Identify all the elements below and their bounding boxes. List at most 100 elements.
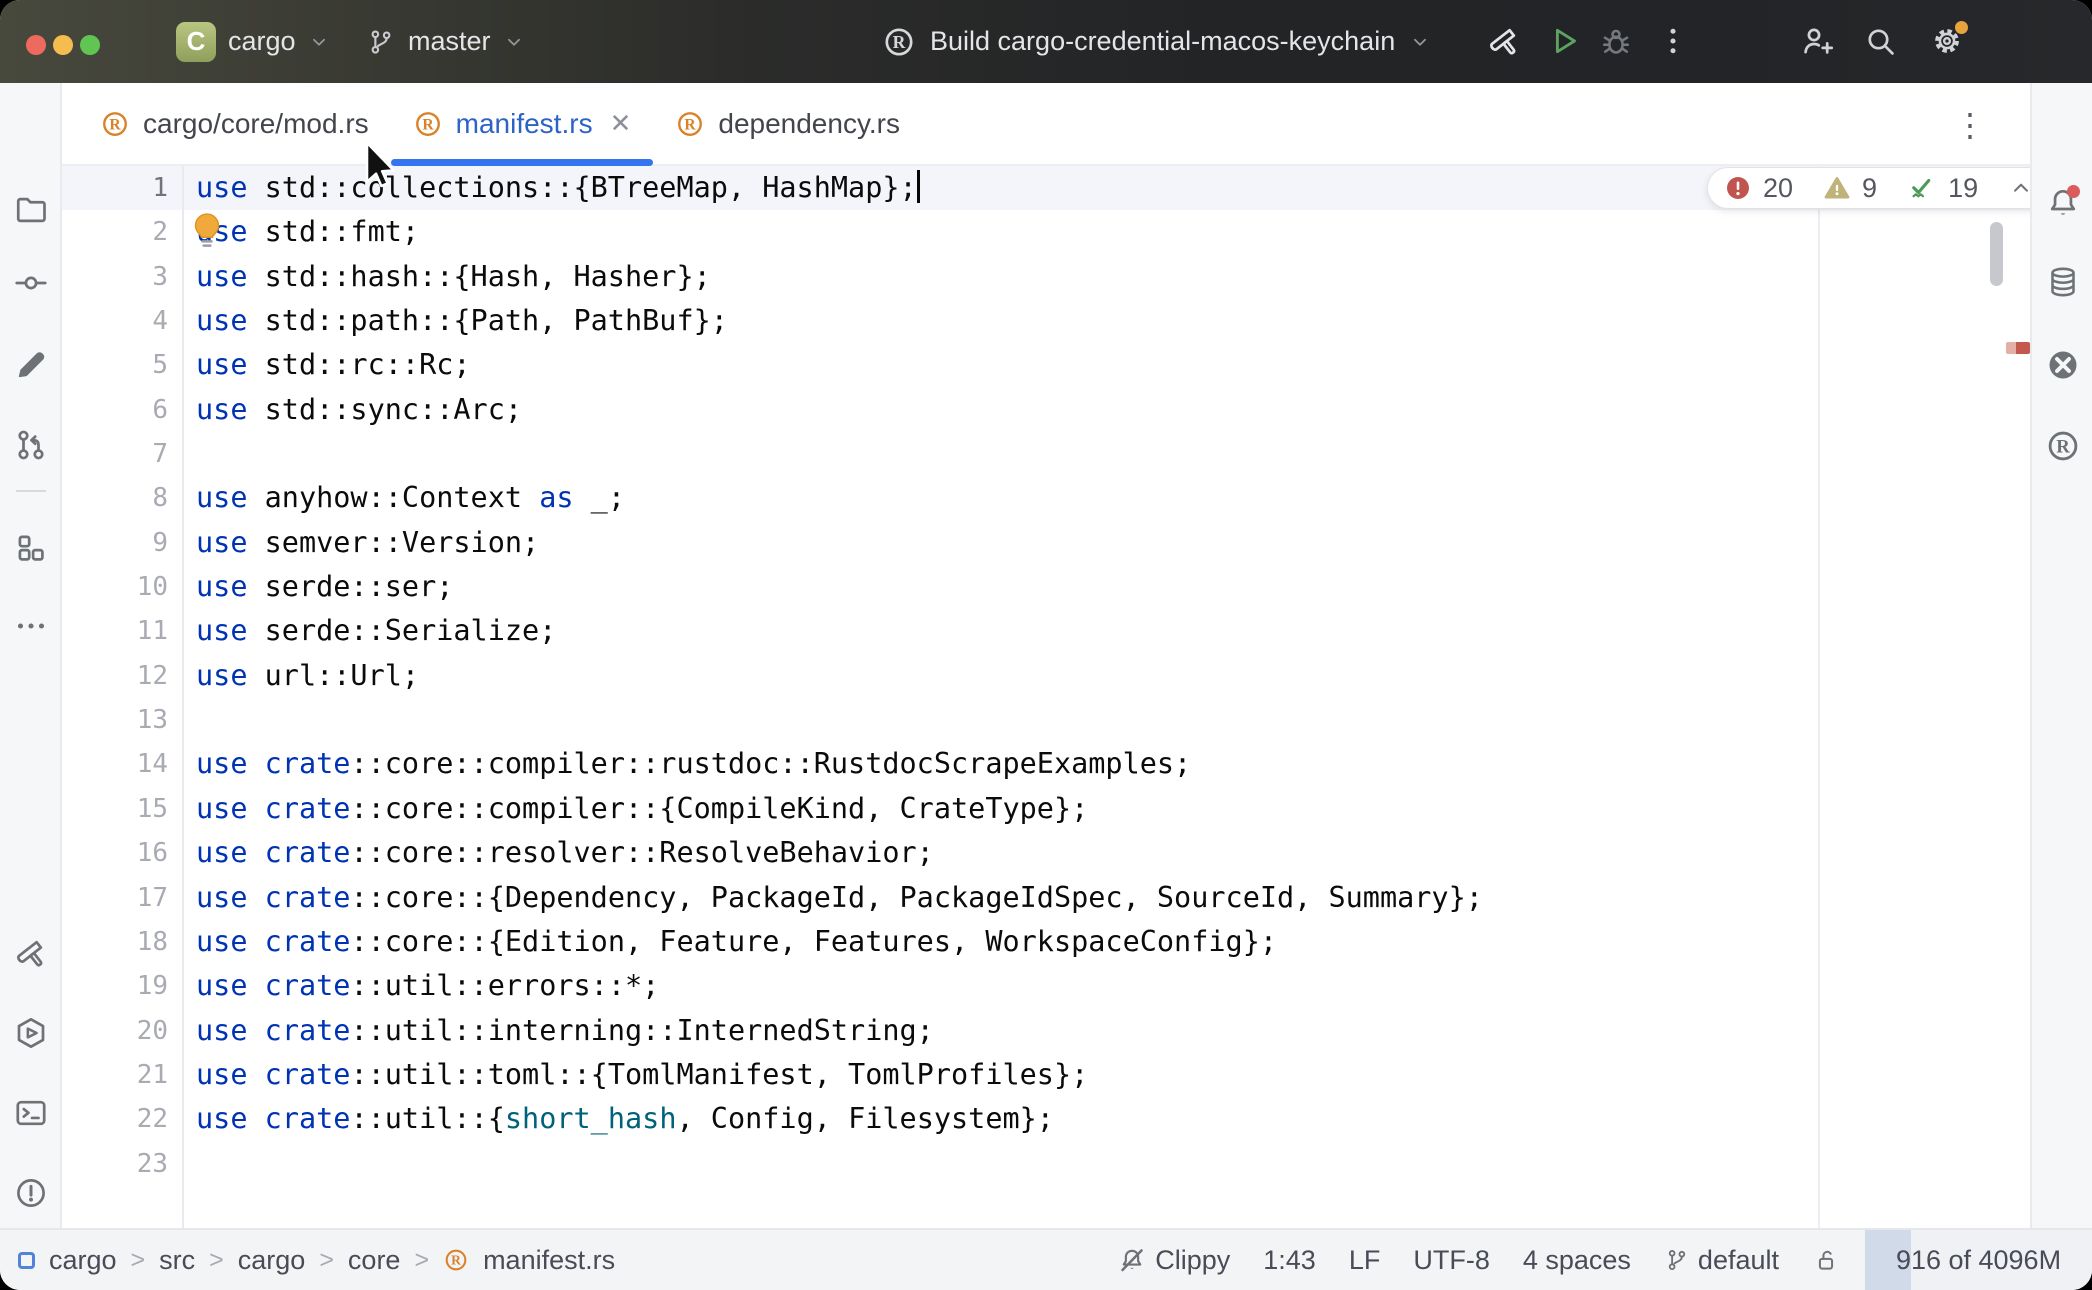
tab-cargo/core/mod.rs[interactable]: cargo/core/mod.rs [78,83,391,164]
code-line[interactable]: 21use crate::util::toml::{TomlManifest, … [62,1053,2030,1097]
structure-icon[interactable] [13,530,49,566]
code-line[interactable]: 23 [62,1142,2030,1186]
indent-style[interactable]: 4 spaces [1523,1245,1631,1276]
line-number[interactable]: 16 [62,831,168,875]
tab-dependency.rs[interactable]: dependency.rs [653,83,922,164]
tab-options-icon[interactable]: ⋮ [1954,83,1986,166]
line-number[interactable]: 1 [62,166,168,210]
line-number[interactable]: 13 [62,698,168,742]
file-encoding[interactable]: UTF-8 [1413,1245,1490,1276]
services-icon[interactable] [13,1015,49,1051]
code-line[interactable]: 15 use crate::core::compiler::{CompileKin… [62,787,2030,831]
line-number[interactable]: 9 [62,521,168,565]
caret-position[interactable]: 1:43 [1263,1245,1316,1276]
code-line[interactable]: 12use url::Url; [62,654,2030,698]
terminal-icon[interactable] [13,1095,49,1131]
line-number[interactable]: 8 [62,476,168,520]
line-number[interactable]: 23 [62,1142,168,1186]
code-line[interactable]: 8use anyhow::Context as _; [62,476,2030,520]
error-stripe-mark[interactable] [2006,342,2030,354]
tabs: cargo/core/mod.rsmanifest.rs✕dependency.… [78,83,922,164]
code-line[interactable]: 2use std::fmt; [62,210,2030,254]
code-line[interactable]: 17use crate::core::{Dependency, PackageI… [62,876,2030,920]
minimize-window-button[interactable] [53,35,73,55]
inspections-widget[interactable]: 20 9 19 [1707,167,2030,209]
line-number[interactable]: 6 [62,388,168,432]
close-icon[interactable]: ✕ [610,108,632,139]
git-branch-name: default [1698,1245,1779,1276]
database-icon[interactable] [2045,264,2081,300]
code-line[interactable]: 9use semver::Version; [62,521,2030,565]
line-number[interactable]: 7 [62,432,168,476]
debug-bug-icon[interactable] [1598,23,1634,59]
line-number[interactable]: 3 [62,255,168,299]
line-separator[interactable]: LF [1349,1245,1381,1276]
lock-open-icon[interactable] [1812,1246,1840,1274]
code-line[interactable]: 7 [62,432,2030,476]
code-text: use crate::core::compiler::{CompileKind,… [196,787,1088,831]
line-number[interactable]: 12 [62,654,168,698]
more-ellipsis-icon[interactable] [13,608,49,644]
code-lines: 1use std::collections::{BTreeMap, HashMa… [62,166,2030,1186]
run-play-icon[interactable] [1546,23,1582,59]
code-line[interactable]: 6use std::sync::Arc; [62,388,2030,432]
commit-icon[interactable] [13,265,49,301]
edit-pencil-icon[interactable] [13,347,49,383]
code-line[interactable]: 20use crate::util::interning::InternedSt… [62,1009,2030,1053]
code-line[interactable]: 16use crate::core::resolver::ResolveBeha… [62,831,2030,875]
editor-scrollbar[interactable] [1990,222,2003,286]
branch-widget[interactable]: master [366,0,525,83]
zoom-window-button[interactable] [80,35,100,55]
build-hammer-icon[interactable] [13,935,49,971]
code-line[interactable]: 10use serde::ser; [62,565,2030,609]
code-line[interactable]: 3use std::hash::{Hash, Hasher}; [62,255,2030,299]
line-number[interactable]: 10 [62,565,168,609]
breadcrumb-item[interactable]: src [159,1245,195,1276]
breadcrumb-item[interactable]: cargo [49,1245,117,1276]
line-number[interactable]: 11 [62,609,168,653]
problems-icon[interactable] [13,1175,49,1211]
code-line[interactable]: 19use crate::util::errors::*; [62,964,2030,1008]
code-line[interactable]: 13 [62,698,2030,742]
project-widget[interactable]: C cargo [176,0,330,83]
code-line[interactable]: 4use std::path::{Path, PathBuf}; [62,299,2030,343]
build-hammer-icon[interactable] [1486,23,1522,59]
line-number[interactable]: 5 [62,343,168,387]
line-number[interactable]: 22 [62,1097,168,1141]
breadcrumb-item[interactable]: cargo [238,1245,306,1276]
line-number[interactable]: 4 [62,299,168,343]
line-number[interactable]: 18 [62,920,168,964]
breadcrumb-item[interactable]: core [348,1245,401,1276]
code-editor[interactable]: 1use std::collections::{BTreeMap, HashMa… [62,166,2030,1228]
line-number[interactable]: 15 [62,787,168,831]
code-line[interactable]: 22use crate::util::{short_hash, Config, … [62,1097,2030,1141]
search-icon[interactable] [1862,23,1898,59]
pull-requests-icon[interactable] [13,427,49,463]
line-number[interactable]: 2 [62,210,168,254]
breadcrumb-item[interactable]: manifest.rs [483,1245,615,1276]
previous-problem-icon[interactable] [2008,175,2030,201]
add-user-icon[interactable] [1799,23,1835,59]
run-configuration-widget[interactable]: Build cargo-credential-macos-keychain [882,0,1431,83]
line-number[interactable]: 14 [62,742,168,786]
close-window-button[interactable] [26,35,46,55]
project-folder-icon[interactable] [13,191,49,227]
settings-notification-dot [1955,21,1968,34]
line-number[interactable]: 21 [62,1053,168,1097]
tab-manifest.rs[interactable]: manifest.rs✕ [391,83,654,164]
code-line[interactable]: 18use crate::core::{Edition, Feature, Fe… [62,920,2030,964]
intention-bulb-icon[interactable] [190,212,224,254]
crates-x-icon[interactable] [2045,347,2081,383]
code-line[interactable]: 14use crate::core::compiler::rustdoc::Ru… [62,742,2030,786]
line-number[interactable]: 17 [62,876,168,920]
code-line[interactable]: 11use serde::Serialize; [62,609,2030,653]
more-vertical-icon[interactable] [1655,23,1691,59]
cargo-rust-icon[interactable] [2045,428,2081,464]
linter-widget[interactable]: Clippy [1117,1245,1230,1276]
memory-indicator[interactable]: 916 of 4096M [1865,1230,2092,1290]
line-number[interactable]: 20 [62,1009,168,1053]
git-branch-widget[interactable]: default [1664,1245,1779,1276]
line-number[interactable]: 19 [62,964,168,1008]
passed-count: 19 [1948,173,1978,204]
code-line[interactable]: 5use std::rc::Rc; [62,343,2030,387]
